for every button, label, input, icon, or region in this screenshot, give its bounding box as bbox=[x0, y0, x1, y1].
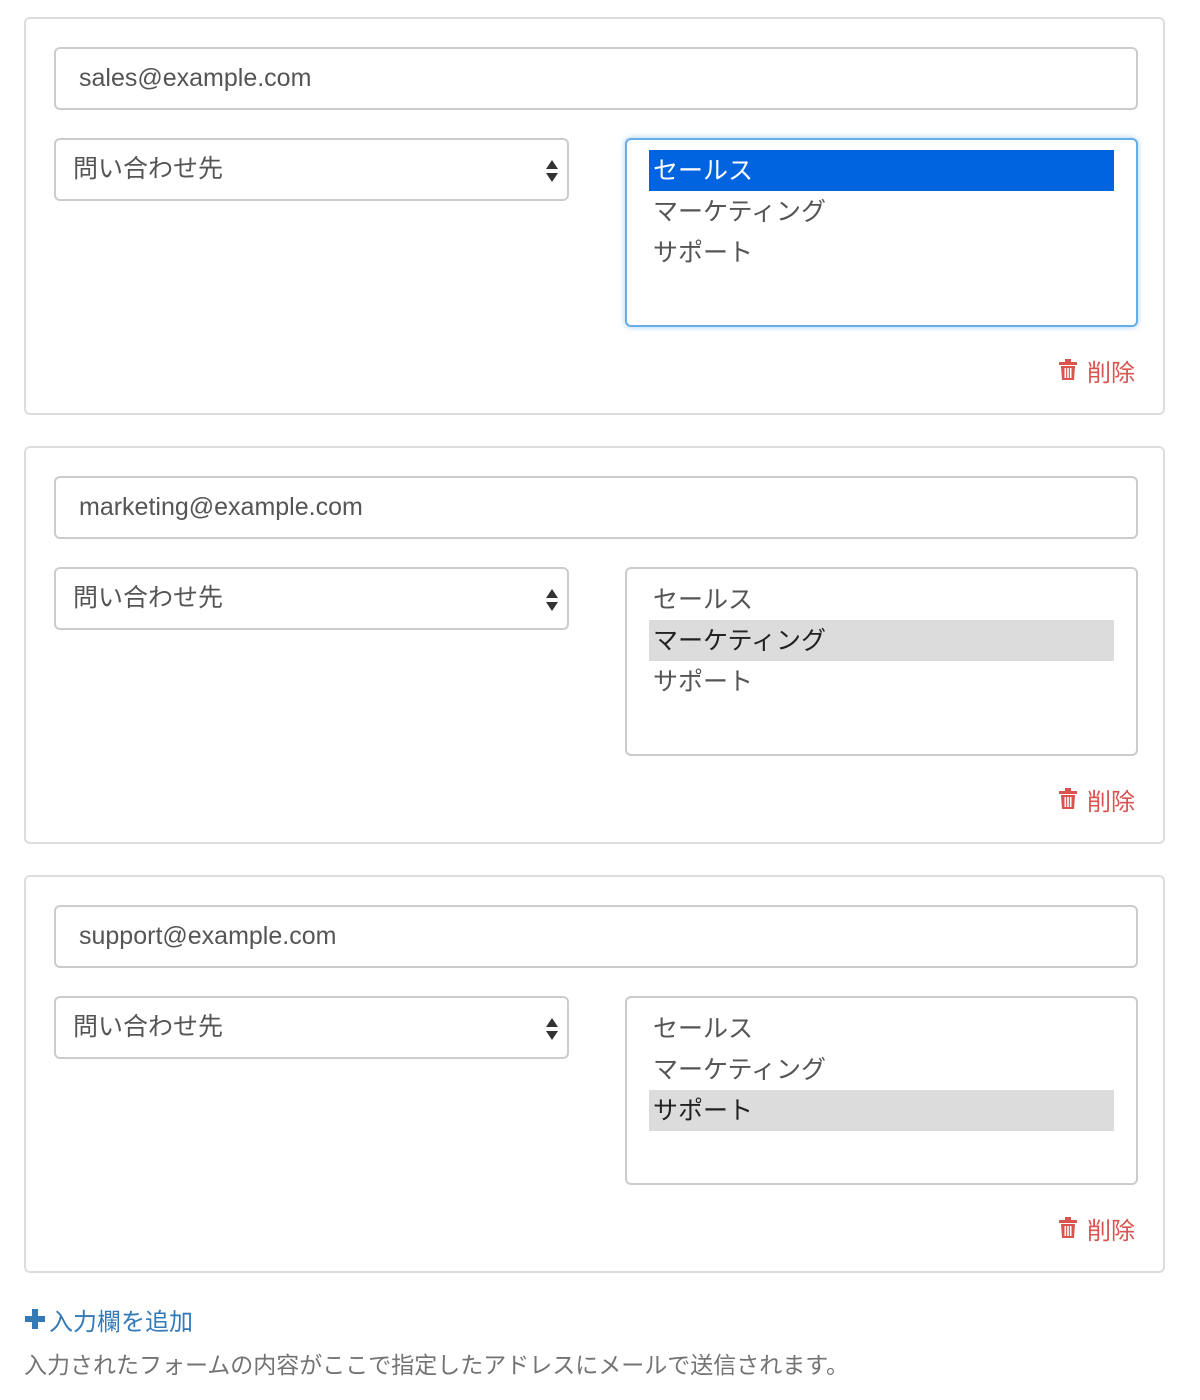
trash-icon bbox=[1059, 1217, 1077, 1238]
delete-label: 削除 bbox=[1087, 1216, 1135, 1245]
select-arrows-icon bbox=[546, 1018, 558, 1040]
trash-icon bbox=[1059, 359, 1077, 380]
listbox-option[interactable]: サポート bbox=[649, 232, 1114, 273]
contact-type-select[interactable]: 問い合わせ先 bbox=[54, 996, 569, 1059]
listbox-option[interactable]: セールス bbox=[649, 579, 1114, 620]
plus-icon bbox=[25, 1309, 45, 1329]
listbox-option[interactable]: マーケティング bbox=[649, 1049, 1114, 1090]
add-entry-link[interactable]: 入力欄を追加 bbox=[24, 1303, 193, 1336]
delete-button[interactable]: 削除 bbox=[1058, 355, 1135, 387]
department-listbox[interactable]: セールス マーケティング サポート bbox=[625, 996, 1138, 1185]
select-value: 問い合わせ先 bbox=[73, 1012, 224, 1041]
entry-card: 問い合わせ先 セールス マーケティング サポート 削除 bbox=[24, 446, 1165, 844]
department-listbox[interactable]: セールス マーケティング サポート bbox=[625, 138, 1138, 327]
email-input[interactable] bbox=[54, 905, 1138, 968]
contact-type-select[interactable]: 問い合わせ先 bbox=[54, 567, 569, 630]
select-value: 問い合わせ先 bbox=[73, 583, 224, 612]
delete-button[interactable]: 削除 bbox=[1058, 1213, 1135, 1245]
select-value: 問い合わせ先 bbox=[73, 154, 224, 183]
listbox-option[interactable]: サポート bbox=[649, 1090, 1114, 1131]
entry-card: 問い合わせ先 セールス マーケティング サポート 削除 bbox=[24, 875, 1165, 1273]
delete-button[interactable]: 削除 bbox=[1058, 784, 1135, 816]
trash-icon bbox=[1059, 788, 1077, 809]
department-listbox[interactable]: セールス マーケティング サポート bbox=[625, 567, 1138, 756]
help-text: 入力されたフォームの内容がここで指定したアドレスにメールで送信されます。 bbox=[24, 1353, 850, 1379]
listbox-option[interactable]: サポート bbox=[649, 661, 1114, 702]
listbox-option[interactable]: マーケティング bbox=[649, 620, 1114, 661]
delete-label: 削除 bbox=[1087, 787, 1135, 816]
add-entry-label: 入力欄を追加 bbox=[49, 1307, 193, 1336]
select-arrows-icon bbox=[546, 589, 558, 611]
entry-card: 問い合わせ先 セールス マーケティング サポート 削除 bbox=[24, 17, 1165, 415]
listbox-option[interactable]: セールス bbox=[649, 1008, 1114, 1049]
contact-type-select[interactable]: 問い合わせ先 bbox=[54, 138, 569, 201]
delete-label: 削除 bbox=[1087, 358, 1135, 387]
listbox-option[interactable]: セールス bbox=[649, 150, 1114, 191]
email-input[interactable] bbox=[54, 47, 1138, 110]
email-input[interactable] bbox=[54, 476, 1138, 539]
listbox-option[interactable]: マーケティング bbox=[649, 191, 1114, 232]
select-arrows-icon bbox=[546, 160, 558, 182]
